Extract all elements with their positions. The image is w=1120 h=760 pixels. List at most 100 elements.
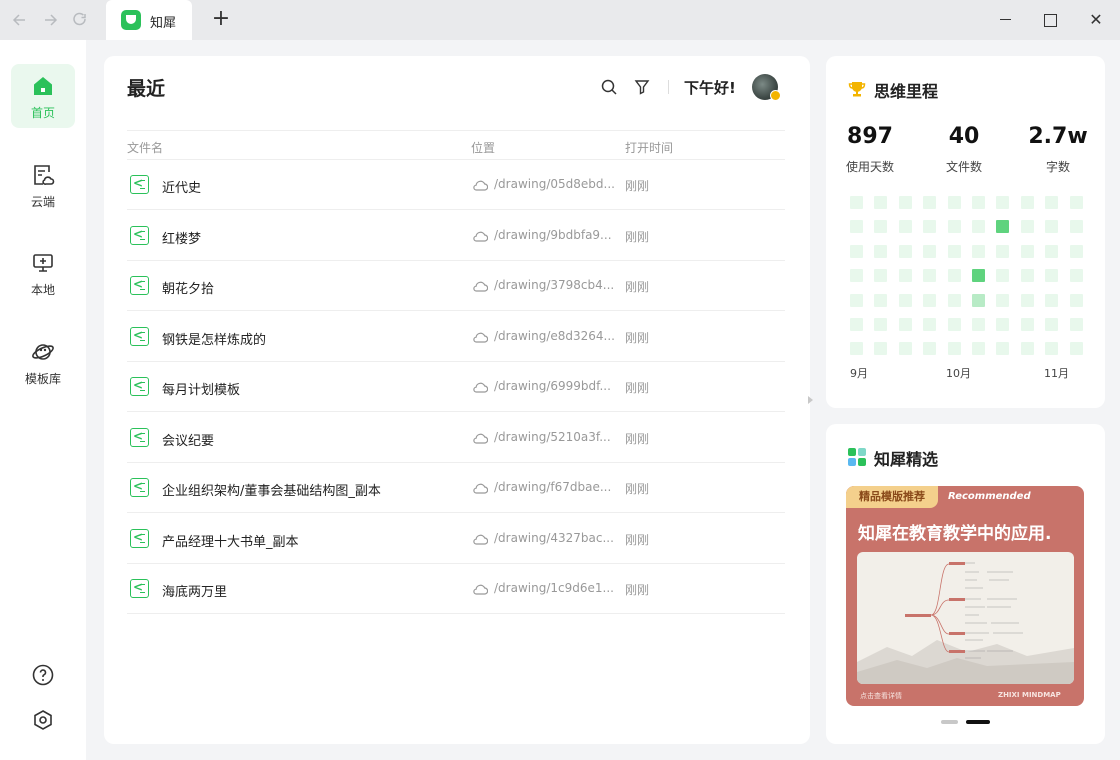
file-name: 每月计划模板 bbox=[162, 383, 241, 398]
cloud-icon bbox=[473, 433, 488, 444]
sidebar-item-label: 首页 bbox=[30, 106, 55, 120]
table-row[interactable]: 海底两万里/drawing/1c9d6e1... 刚刚 bbox=[127, 564, 785, 614]
file-open-time: 刚刚 bbox=[625, 280, 650, 294]
heatmap-cell bbox=[923, 318, 937, 331]
heatmap-cell bbox=[996, 244, 1010, 258]
table-row[interactable]: 会议纪要/drawing/5210a3f... 刚刚 bbox=[127, 413, 785, 463]
heatmap-cell bbox=[972, 196, 985, 209]
file-location: /drawing/e8d3264... bbox=[494, 328, 615, 343]
table-row[interactable]: 每月计划模板/drawing/6999bdf... 刚刚 bbox=[127, 362, 785, 412]
heatmap-cell bbox=[1045, 269, 1059, 283]
table-row[interactable]: 红楼梦/drawing/9bdbfa9... 刚刚 bbox=[127, 211, 785, 261]
column-header-location: 位置 bbox=[471, 141, 496, 155]
file-location: /drawing/6999bdf... bbox=[494, 379, 611, 393]
cloud-icon bbox=[473, 231, 488, 242]
column-header-name: 文件名 bbox=[127, 141, 164, 155]
sidebar-item-cloud[interactable]: 云端 bbox=[11, 153, 75, 217]
file-open-time: 刚刚 bbox=[625, 330, 650, 345]
maximize-button[interactable] bbox=[1040, 10, 1060, 30]
heatmap-cell bbox=[923, 244, 937, 258]
heatmap-cell bbox=[850, 220, 863, 234]
greeting-text: 下午好! bbox=[684, 79, 736, 97]
close-button[interactable]: ✕ bbox=[1086, 10, 1106, 30]
heatmap-cell bbox=[972, 293, 985, 307]
mindmap-file-icon bbox=[130, 175, 149, 194]
sidebar-item-label: 模板库 bbox=[24, 372, 61, 386]
file-location: /drawing/1c9d6e1... bbox=[494, 581, 614, 595]
forward-button[interactable] bbox=[40, 10, 60, 30]
file-open-time: 刚刚 bbox=[625, 431, 650, 446]
table-row[interactable]: 近代史/drawing/05d8ebd... 刚刚 bbox=[127, 160, 785, 210]
heatmap-cell bbox=[1069, 318, 1083, 331]
banner-headline: 知犀在教育教学中的应用. bbox=[858, 524, 1052, 544]
heatmap-cell bbox=[898, 244, 912, 258]
heatmap-cell bbox=[996, 220, 1010, 234]
settings-icon[interactable] bbox=[32, 709, 54, 731]
filter-icon[interactable] bbox=[633, 78, 651, 96]
reload-button[interactable] bbox=[70, 10, 90, 30]
heatmap-cell bbox=[972, 318, 985, 331]
file-name: 会议纪要 bbox=[162, 433, 215, 449]
heatmap-cell bbox=[972, 244, 985, 258]
heatmap-cell bbox=[874, 196, 888, 209]
heatmap-cell bbox=[923, 220, 937, 234]
tab-zhixi[interactable]: 知犀 bbox=[106, 0, 192, 40]
banner-footer-cta: 点击查看详情 bbox=[860, 692, 902, 700]
heatmap-cell bbox=[1020, 269, 1034, 283]
heatmap-cell bbox=[850, 342, 863, 356]
heatmap-cell bbox=[947, 293, 961, 307]
heatmap-cell bbox=[1045, 293, 1059, 307]
sidebar-item-home[interactable]: 首页 bbox=[11, 64, 75, 128]
file-open-time: 刚刚 bbox=[625, 381, 650, 395]
heatmap-cell bbox=[1045, 220, 1059, 234]
heatmap-cell bbox=[947, 196, 961, 209]
carousel-dot-active[interactable] bbox=[966, 720, 990, 724]
search-icon[interactable] bbox=[600, 78, 618, 96]
home-icon bbox=[34, 77, 52, 95]
heatmap-cell bbox=[850, 269, 863, 283]
featured-banner[interactable]: 精品模版推荐 Recommended 知犀在教育教学中的应用. 点击查看详情 Z… bbox=[846, 486, 1084, 706]
table-row[interactable]: 朝花夕拾/drawing/3798cb4... 刚刚 bbox=[127, 261, 785, 311]
add-tab-button[interactable]: + bbox=[210, 8, 232, 32]
sidebar-item-templates[interactable]: 模板库 bbox=[11, 330, 75, 394]
table-row[interactable]: 钢铁是怎样炼成的/drawing/e8d3264... 刚刚 bbox=[127, 312, 785, 362]
banner-footer-brand: ZHIXI MINDMAP bbox=[998, 691, 1061, 699]
file-open-time: 刚刚 bbox=[625, 229, 650, 244]
heatmap-cell bbox=[923, 196, 937, 209]
stat-files-label: 文件数 bbox=[945, 160, 982, 174]
help-icon[interactable] bbox=[32, 664, 54, 686]
cloud-icon bbox=[473, 584, 488, 595]
heatmap-cell bbox=[923, 342, 937, 356]
file-name: 朝花夕拾 bbox=[162, 282, 215, 297]
mindmap-file-icon bbox=[130, 579, 149, 598]
heatmap-cell bbox=[996, 293, 1010, 307]
heatmap-cell bbox=[898, 293, 912, 307]
table-row[interactable]: 产品经理十大书单_副本/drawing/4327bac... 刚刚 bbox=[127, 514, 785, 564]
file-location: /drawing/5210a3f... bbox=[494, 429, 611, 444]
mindmap-file-icon bbox=[130, 478, 149, 497]
heatmap-cell bbox=[898, 318, 912, 331]
carousel-dot[interactable] bbox=[941, 720, 958, 724]
banner-tag: 精品模版推荐 bbox=[846, 486, 938, 508]
minimize-button[interactable] bbox=[996, 10, 1016, 30]
heatmap-cell bbox=[898, 342, 912, 356]
collapse-panel-arrow-icon[interactable] bbox=[808, 396, 813, 404]
banner-tag-en: Recommended bbox=[948, 491, 1031, 502]
heatmap-cell bbox=[1045, 244, 1059, 258]
back-button[interactable] bbox=[10, 10, 30, 30]
heatmap-cell bbox=[996, 318, 1010, 331]
mindmap-file-icon bbox=[130, 276, 149, 295]
heatmap-cell bbox=[1020, 318, 1034, 331]
file-open-time: 刚刚 bbox=[625, 532, 650, 547]
month-label: 11月 bbox=[1044, 367, 1069, 380]
mindmap-file-icon bbox=[130, 225, 149, 245]
file-name: 企业组织架构/董事会基础结构图_副本 bbox=[162, 484, 381, 499]
table-row[interactable]: 企业组织架构/董事会基础结构图_副本/drawing/f67dbae... 刚刚 bbox=[127, 463, 785, 513]
heatmap-cell bbox=[947, 318, 961, 331]
header-divider bbox=[668, 80, 669, 94]
heatmap-cell bbox=[947, 342, 961, 356]
sidebar-item-local[interactable]: 本地 bbox=[11, 241, 75, 305]
heatmap-cell bbox=[923, 293, 937, 307]
cloud-icon bbox=[473, 382, 488, 393]
heatmap-cell bbox=[1045, 196, 1059, 209]
